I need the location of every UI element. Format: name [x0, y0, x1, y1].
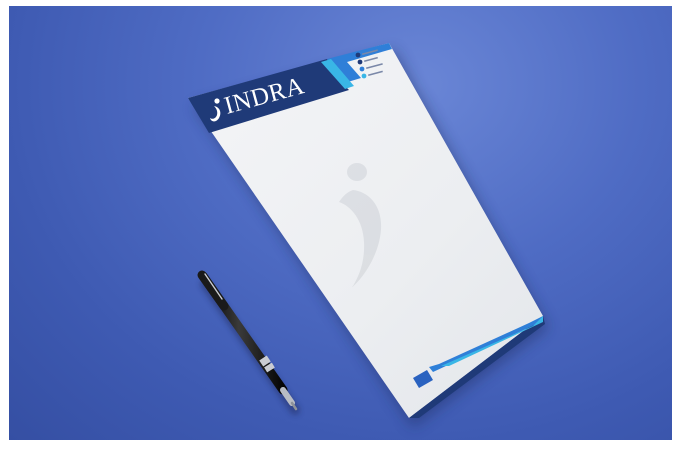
photo-scene: INDRA: [9, 6, 672, 440]
globe-icon: [357, 59, 363, 65]
location-icon: [361, 73, 367, 79]
image-frame: INDRA: [0, 0, 681, 458]
pen: [197, 270, 298, 411]
watermark-dot: [347, 163, 367, 181]
logo-dot: [214, 98, 220, 104]
mail-icon: [359, 66, 365, 72]
pen-ring-1: [259, 355, 271, 367]
letterhead-mockup: INDRA: [188, 43, 549, 428]
phone-icon: [355, 52, 361, 58]
pen-ring-2: [264, 362, 275, 373]
letterhead-paper: INDRA: [188, 43, 545, 418]
